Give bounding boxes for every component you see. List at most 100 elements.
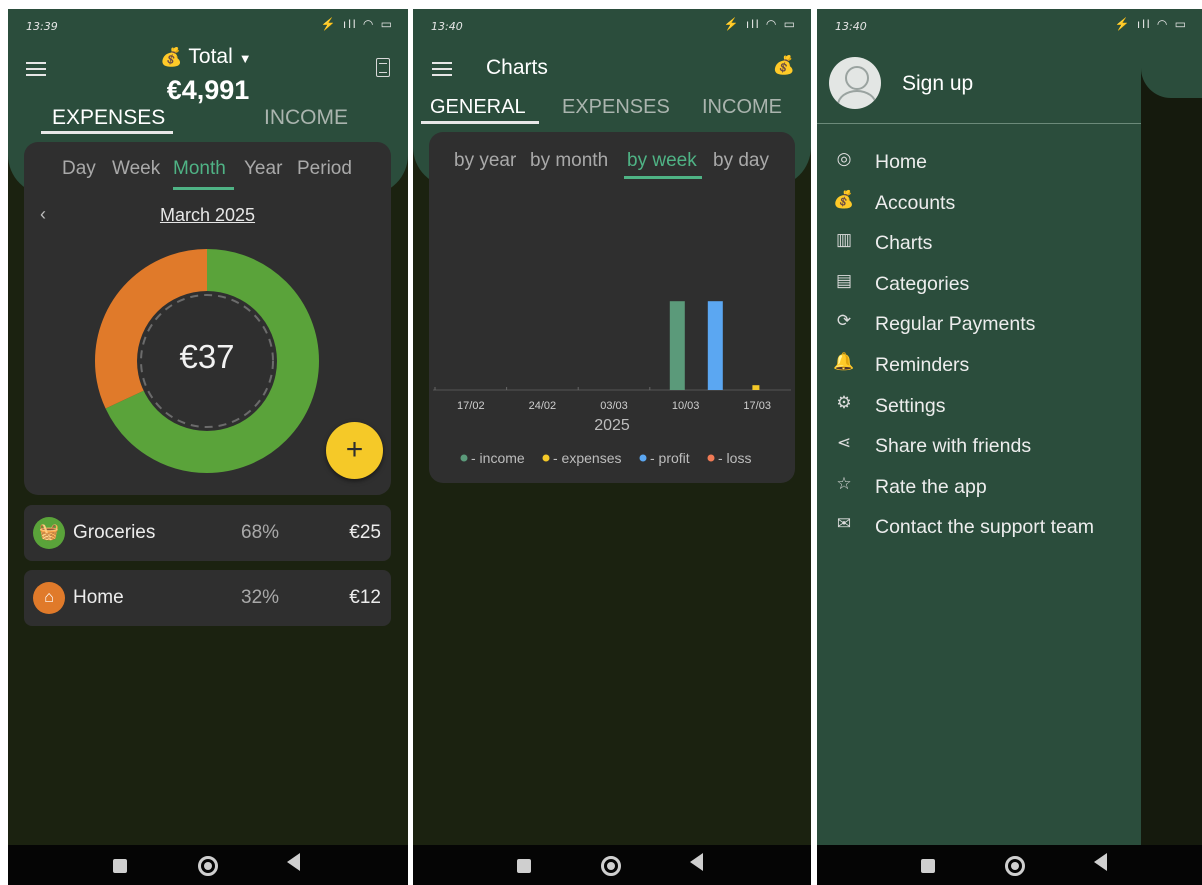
recents-button[interactable]	[921, 859, 935, 873]
back-button[interactable]	[287, 853, 300, 871]
category-row-groceries[interactable]: 🧺 Groceries 68% €25	[24, 505, 391, 561]
phone-screen-drawer: 13:40 ⚡ ıll ◠ ▭ Sign up ◎ Home 💰 Accounts ▥ C…	[817, 9, 1202, 885]
tab-income[interactable]: INCOME	[702, 96, 782, 119]
bar-chart-icon: ▥	[835, 230, 853, 250]
scrim-header[interactable]	[1141, 43, 1202, 98]
bar-income-10-03[interactable]	[669, 301, 685, 390]
recents-button[interactable]	[113, 859, 127, 873]
menu-item-rate-the-app[interactable]: ☆ Rate the app	[817, 468, 1141, 504]
legend-dot	[460, 454, 468, 462]
tab-month[interactable]: Month	[173, 158, 226, 180]
menu-item-settings[interactable]: ⚙ Settings	[817, 387, 1141, 423]
money-bag-icon[interactable]: 💰	[773, 55, 795, 76]
menu-item-label: Charts	[875, 232, 933, 255]
tab-week[interactable]: Week	[112, 158, 160, 180]
money-bag-icon: 💰	[160, 47, 183, 67]
recurring-payment-icon: ⟳	[836, 311, 852, 331]
home-button[interactable]	[601, 856, 621, 876]
legend-label: - profit	[650, 450, 690, 466]
chevron-down-icon: ▼	[238, 51, 252, 66]
center-amount: €37	[179, 338, 235, 375]
category-amount: €12	[349, 587, 381, 608]
home-button[interactable]	[1005, 856, 1025, 876]
status-icons: ⚡ ıll ◠ ▭	[320, 17, 394, 31]
month-label[interactable]: March 2025	[24, 205, 391, 226]
status-bar: 13:39 ⚡ ıll ◠ ▭	[8, 9, 408, 45]
house-icon: ⌂	[33, 582, 65, 614]
tab-underline	[421, 121, 539, 124]
menu-item-label: Reminders	[875, 354, 970, 376]
chart-card: by year by month by week by day 17/02 24/…	[429, 132, 795, 483]
category-row-home[interactable]: ⌂ Home 32% €12	[24, 570, 391, 626]
legend-dot	[707, 454, 715, 462]
menu-item-contact-the-support-team[interactable]: ✉ Contact the support team	[817, 508, 1141, 544]
system-nav-bar	[817, 845, 1202, 885]
menu-item-charts[interactable]: ▥ Charts	[817, 224, 1141, 260]
total-balance: €4,991	[166, 75, 250, 105]
x-tick-label: 03/03	[600, 400, 628, 412]
status-icons: ⚡ ıll ◠ ▭	[1114, 17, 1188, 31]
receipt-icon[interactable]	[376, 58, 390, 77]
legend-item-profit: - profit	[639, 450, 690, 466]
menu-item-label: Home	[875, 151, 928, 173]
menu-item-reminders[interactable]: 🔔 Reminders	[817, 346, 1141, 382]
star-icon: ☆	[836, 473, 852, 493]
bar-profit-10-03[interactable]	[707, 301, 723, 390]
account-selector[interactable]: 💰 Total ▼	[160, 45, 252, 69]
period-underline	[173, 187, 234, 190]
divider	[817, 123, 1141, 124]
menu-icon[interactable]	[26, 62, 46, 76]
status-time: 13:39	[26, 20, 58, 33]
home-icon: ◎	[836, 149, 852, 168]
menu-item-home[interactable]: ◎ Home	[817, 143, 1141, 179]
legend-dot	[542, 454, 550, 462]
menu-item-accounts[interactable]: 💰 Accounts	[817, 184, 1141, 220]
menu-item-label: Categories	[875, 272, 970, 295]
tab-income[interactable]: INCOME	[264, 106, 348, 130]
legend-item-income: - income	[460, 450, 525, 466]
back-button[interactable]	[690, 853, 703, 871]
menu-icon[interactable]	[432, 62, 452, 76]
avatar[interactable]	[829, 57, 881, 109]
menu-item-label: Regular Payments	[875, 313, 1036, 336]
phone-screen-expenses: 13:39 ⚡ ıll ◠ ▭ 💰 Total ▼ €4,991 EXPENSES …	[8, 9, 408, 885]
menu-item-regular-payments[interactable]: ⟳ Regular Payments	[817, 305, 1141, 341]
tab-year[interactable]: Year	[244, 158, 282, 180]
bell-icon: 🔔	[833, 352, 855, 371]
basket-icon: 🧺	[33, 517, 65, 549]
phone-screen-charts: 13:40 ⚡ ıll ◠ ▭ Charts 💰 GENERAL EXPENSE…	[413, 9, 811, 885]
expenses-card: Day Week Month Year Period ‹ March 2025 …	[24, 142, 391, 495]
tab-general[interactable]: GENERAL	[430, 96, 526, 119]
page-title: Charts	[486, 56, 548, 79]
home-button[interactable]	[198, 856, 218, 876]
legend-label: - expenses	[553, 450, 621, 466]
bar-expenses-17-03[interactable]	[752, 385, 760, 390]
category-name: Groceries	[73, 522, 156, 543]
legend-label: - income	[471, 450, 525, 466]
navigation-drawer: Sign up ◎ Home 💰 Accounts ▥ Charts ▤ Categories…	[817, 43, 1141, 845]
status-time: 13:40	[431, 20, 463, 33]
legend-label: - loss	[718, 450, 751, 466]
tab-day[interactable]: Day	[62, 158, 96, 180]
category-percent: 32%	[241, 587, 280, 608]
recents-button[interactable]	[517, 859, 531, 873]
menu-item-label: Accounts	[875, 191, 956, 214]
tab-expenses[interactable]: EXPENSES	[562, 96, 670, 119]
back-button[interactable]	[1094, 853, 1107, 871]
tab-underline	[41, 131, 173, 134]
category-name: Home	[73, 587, 124, 608]
tab-expenses[interactable]: EXPENSES	[52, 106, 165, 130]
status-icons: ⚡ ıll ◠ ▭	[723, 17, 797, 31]
x-tick-label: 17/03	[743, 400, 771, 412]
menu-item-label: Rate the app	[875, 475, 987, 498]
menu-item-label: Settings	[875, 394, 946, 417]
signup-link[interactable]: Sign up	[902, 72, 973, 96]
menu-item-categories[interactable]: ▤ Categories	[817, 265, 1141, 301]
tab-period[interactable]: Period	[297, 158, 352, 180]
category-percent: 68%	[241, 522, 280, 543]
legend-dot	[639, 454, 647, 462]
bar-chart[interactable]: 17/02 24/02 03/03 10/03 17/03 2025 - income - e…	[429, 132, 795, 483]
x-tick-label: 17/02	[457, 400, 485, 412]
menu-item-share-with-friends[interactable]: ⋖ Share with friends	[817, 427, 1141, 463]
add-transaction-button[interactable]: +	[326, 422, 383, 479]
